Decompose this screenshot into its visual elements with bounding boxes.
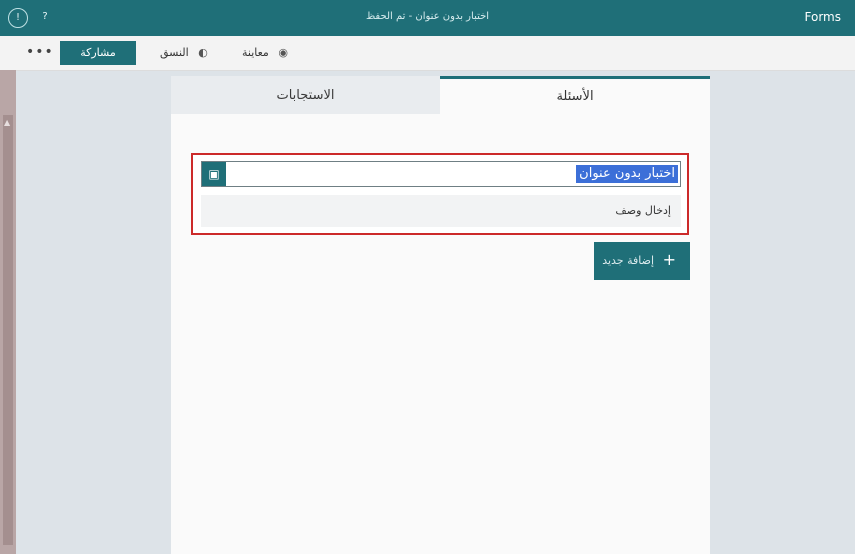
insert-image-icon[interactable]: ▣: [202, 162, 226, 186]
app-header: ! ? اختبار بدون عنوان - تم الحفظ Forms: [0, 0, 855, 36]
share-button[interactable]: مشاركة: [60, 41, 136, 65]
form-title-text: اختبار بدون عنوان: [576, 165, 678, 183]
form-description-input[interactable]: إدخال وصف: [201, 195, 681, 227]
theme-button[interactable]: النسق ◐: [160, 46, 208, 59]
tab-responses[interactable]: الاستجابات: [171, 76, 440, 114]
more-options-button[interactable]: •••: [26, 44, 54, 60]
command-bar: ••• مشاركة النسق ◐ معاينة ◉: [0, 36, 855, 71]
app-brand[interactable]: Forms: [805, 10, 841, 24]
scroll-up-arrow-icon[interactable]: ▲: [4, 118, 10, 127]
preview-label: معاينة: [242, 46, 269, 59]
add-new-button[interactable]: + إضافة جديد: [594, 242, 690, 280]
left-scrollbar[interactable]: ▲: [0, 70, 16, 554]
preview-button[interactable]: معاينة ◉: [242, 46, 288, 59]
form-title-input[interactable]: ▣ اختبار بدون عنوان: [201, 161, 681, 187]
theme-label: النسق: [160, 46, 189, 59]
palette-icon: ◐: [198, 46, 208, 59]
editor-tabs: الاستجابات الأسئلة: [171, 76, 710, 117]
document-title: اختبار بدون عنوان - تم الحفظ: [365, 11, 490, 22]
plus-icon: +: [662, 250, 676, 269]
description-placeholder: إدخال وصف: [615, 204, 671, 217]
add-new-label: إضافة جديد: [602, 254, 654, 267]
tab-questions[interactable]: الأسئلة: [440, 76, 710, 117]
scrollbar-thumb[interactable]: [3, 115, 13, 545]
form-editor-panel: الاستجابات الأسئلة: [171, 76, 710, 554]
form-title-card: ▣ اختبار بدون عنوان إدخال وصف: [191, 153, 689, 235]
eye-icon: ◉: [278, 46, 288, 59]
